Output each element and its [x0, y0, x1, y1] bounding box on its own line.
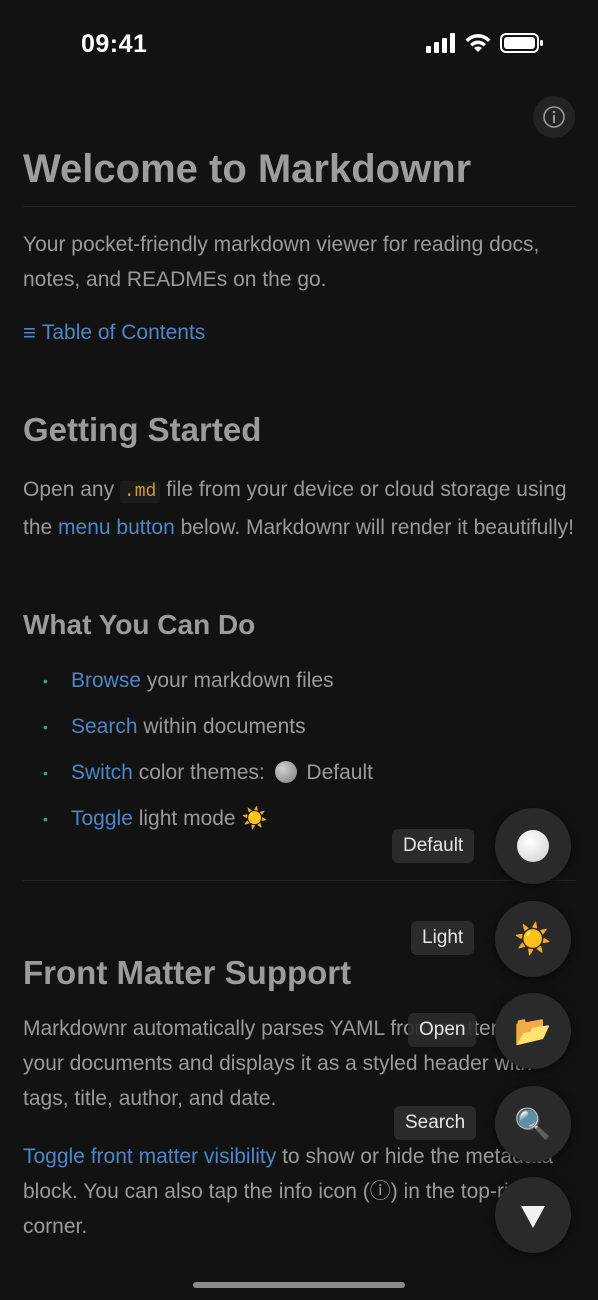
bullet: •: [43, 673, 48, 689]
doc-title: Welcome to Markdownr: [23, 147, 472, 191]
text: your markdown files: [141, 669, 334, 692]
intro-paragraph: Your pocket-friendly markdown viewer for…: [23, 233, 540, 291]
status-time: 09:41: [81, 30, 148, 58]
list-item: • Switch color themes: Default: [23, 750, 576, 796]
front-matter-toggle-paragraph: Toggle front matter visibility to show o…: [23, 1139, 576, 1244]
heading-getting-started: Getting Started: [23, 411, 262, 448]
search-button[interactable]: 🔍: [495, 1086, 571, 1162]
circle-icon: [517, 830, 549, 862]
sun-icon: ☀️: [241, 807, 268, 830]
text: Open any: [23, 478, 120, 501]
toggle-link[interactable]: Toggle: [71, 807, 133, 830]
toc-label: Table of Contents: [41, 321, 206, 344]
signal-icon: [426, 33, 455, 53]
list-item: • Search within documents: [23, 704, 576, 750]
theme-default-button[interactable]: [495, 808, 571, 884]
sun-icon: ☀️: [514, 922, 552, 956]
switch-link[interactable]: Switch: [71, 761, 133, 784]
list-item: • Toggle light mode ☀️: [23, 796, 576, 842]
fab-label-search[interactable]: Search: [394, 1106, 477, 1140]
fab-label-open[interactable]: Open: [408, 1013, 477, 1047]
grey-circle-icon: [274, 761, 297, 783]
bullet: •: [43, 811, 48, 827]
bullet: •: [43, 765, 48, 781]
open-file-button[interactable]: 📂: [495, 993, 571, 1069]
heading-front-matter: Front Matter Support: [23, 954, 352, 991]
title-divider: [23, 206, 576, 207]
toggle-front-matter-link[interactable]: Toggle front matter visibility: [23, 1145, 276, 1168]
inline-code: .md: [119, 481, 161, 503]
status-icons: [426, 33, 544, 53]
info-icon: [543, 106, 565, 128]
text: below. Markdownr will render it beautifu…: [174, 516, 574, 539]
text: light mode: [132, 807, 242, 830]
fab-toggle-button[interactable]: [495, 1177, 571, 1253]
horizontal-rule: [23, 880, 576, 881]
battery-icon: [500, 33, 543, 53]
search-link[interactable]: Search: [71, 715, 138, 738]
wifi-icon: [465, 34, 491, 52]
text: within documents: [137, 715, 306, 738]
text: Default: [300, 761, 373, 784]
toc-link[interactable]: ≡ Table of Contents: [23, 318, 576, 348]
heading-what-you-can-do: What You Can Do: [23, 609, 256, 640]
front-matter-paragraph: Markdownr automatically parses YAML fron…: [23, 1017, 546, 1110]
fab-label-light[interactable]: Light: [411, 921, 475, 955]
collapse-icon: [521, 1206, 545, 1228]
getting-started-paragraph: Open any .md file from your device or cl…: [23, 472, 576, 545]
bullet: •: [43, 719, 48, 735]
text: color themes:: [132, 761, 271, 784]
list-item: • Browse your markdown files: [23, 658, 576, 704]
folder-icon: 📂: [514, 1014, 552, 1048]
search-icon: 🔍: [514, 1107, 552, 1141]
home-indicator[interactable]: [193, 1282, 405, 1288]
markdown-content: Welcome to Markdownr Your pocket-friendl…: [23, 140, 576, 1244]
feature-list: • Browse your markdown files • Search with…: [23, 658, 576, 842]
theme-light-button[interactable]: ☀️: [495, 901, 571, 977]
status-bar: 09:41: [0, 0, 598, 90]
menu-button-link[interactable]: menu button: [58, 516, 175, 539]
list-icon: ≡: [23, 320, 36, 345]
browse-link[interactable]: Browse: [71, 669, 141, 692]
info-button[interactable]: [533, 96, 575, 138]
fab-label-default[interactable]: Default: [392, 829, 475, 863]
